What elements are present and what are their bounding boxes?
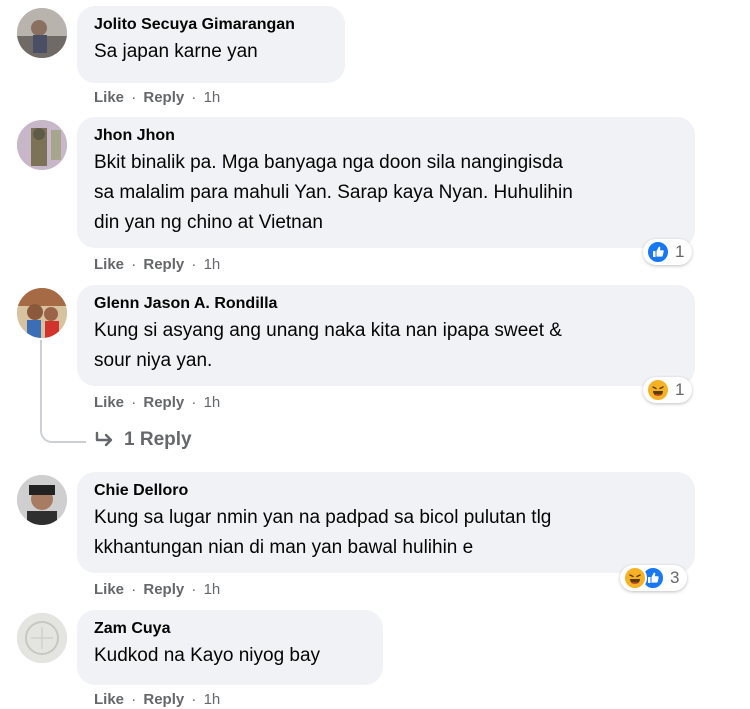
reply-link[interactable]: Reply: [143, 394, 184, 411]
separator: ·: [131, 394, 137, 411]
comment-text-line: sa malalim para mahuli Yan. Sarap kaya N…: [94, 182, 573, 203]
haha-reaction-icon: [646, 378, 670, 402]
separator: ·: [191, 581, 197, 598]
comment-author[interactable]: Chie Delloro: [94, 481, 678, 501]
comment-bubble: Chie Delloro Kung sa lugar nmin yan na p…: [77, 472, 695, 573]
comment-bubble: Jhon Jhon Bkit binalik pa. Mga banyaga n…: [77, 117, 695, 248]
reply-arrow-icon: [95, 431, 113, 447]
avatar[interactable]: [17, 288, 67, 338]
separator: ·: [191, 256, 197, 273]
comment-time[interactable]: 1h: [204, 581, 221, 598]
reaction-summary[interactable]: 3: [620, 565, 688, 591]
comment-author[interactable]: Jolito Secuya Gimarangan: [94, 15, 328, 35]
like-link[interactable]: Like: [94, 691, 124, 708]
comment-actions: Like · Reply · 1h: [94, 256, 220, 274]
separator: ·: [131, 691, 137, 708]
comment-bubble: Glenn Jason A. Rondilla Kung si asyang a…: [77, 285, 695, 386]
comment-bubble: Zam Cuya Kudkod na Kayo niyog bay: [77, 610, 383, 685]
reply-link[interactable]: Reply: [143, 256, 184, 273]
like-reaction-icon: [646, 240, 670, 264]
separator: ·: [191, 89, 197, 106]
comment-actions: Like · Reply · 1h: [94, 89, 220, 107]
avatar[interactable]: [17, 613, 67, 663]
comment-author[interactable]: Jhon Jhon: [94, 126, 678, 146]
comment-bubble: Jolito Secuya Gimarangan Sa japan karne …: [77, 6, 345, 83]
view-replies-label: 1 Reply: [124, 429, 192, 450]
reaction-count: 3: [670, 568, 680, 587]
comment-text: Kudkod na Kayo niyog bay: [94, 645, 321, 666]
comment-actions: Like · Reply · 1h: [94, 691, 220, 709]
reply-link[interactable]: Reply: [143, 581, 184, 598]
haha-reaction-icon: [623, 566, 647, 590]
comment-time[interactable]: 1h: [204, 691, 221, 708]
view-replies-link[interactable]: 1 Reply: [94, 429, 192, 451]
comment-text-line: Bkit binalik pa. Mga banyaga nga doon si…: [94, 152, 563, 173]
reaction-count: 1: [675, 380, 685, 399]
comment-text-line: kkhantungan nian di man yan bawal hulihi…: [94, 537, 474, 558]
comment-text-line: Kung sa lugar nmin yan na padpad sa bico…: [94, 507, 552, 528]
avatar[interactable]: [17, 8, 67, 58]
comment-author[interactable]: Glenn Jason A. Rondilla: [94, 294, 678, 314]
avatar[interactable]: [17, 120, 67, 170]
reply-link[interactable]: Reply: [143, 691, 184, 708]
reaction-summary[interactable]: 1: [643, 239, 693, 265]
comment-text-line: sour niya yan.: [94, 350, 213, 371]
comment-time[interactable]: 1h: [204, 394, 221, 411]
comment-text: Sa japan karne yan: [94, 41, 258, 62]
reaction-summary[interactable]: 1: [643, 377, 693, 403]
like-link[interactable]: Like: [94, 394, 124, 411]
comment-text-line: Kung si asyang ang unang naka kita nan i…: [94, 320, 562, 341]
comment-time[interactable]: 1h: [204, 256, 221, 273]
separator: ·: [131, 89, 137, 106]
like-link[interactable]: Like: [94, 256, 124, 273]
comment-author[interactable]: Zam Cuya: [94, 619, 366, 639]
like-link[interactable]: Like: [94, 89, 124, 106]
separator: ·: [131, 581, 137, 598]
like-link[interactable]: Like: [94, 581, 124, 598]
comment-actions: Like · Reply · 1h: [94, 394, 220, 412]
comment-time[interactable]: 1h: [204, 89, 221, 106]
separator: ·: [191, 691, 197, 708]
separator: ·: [191, 394, 197, 411]
reaction-count: 1: [675, 242, 685, 261]
reply-link[interactable]: Reply: [143, 89, 184, 106]
comment-text-line: din yan ng chino at Vietnan: [94, 212, 323, 233]
avatar[interactable]: [17, 475, 67, 525]
comment-actions: Like · Reply · 1h: [94, 581, 220, 599]
separator: ·: [131, 256, 137, 273]
